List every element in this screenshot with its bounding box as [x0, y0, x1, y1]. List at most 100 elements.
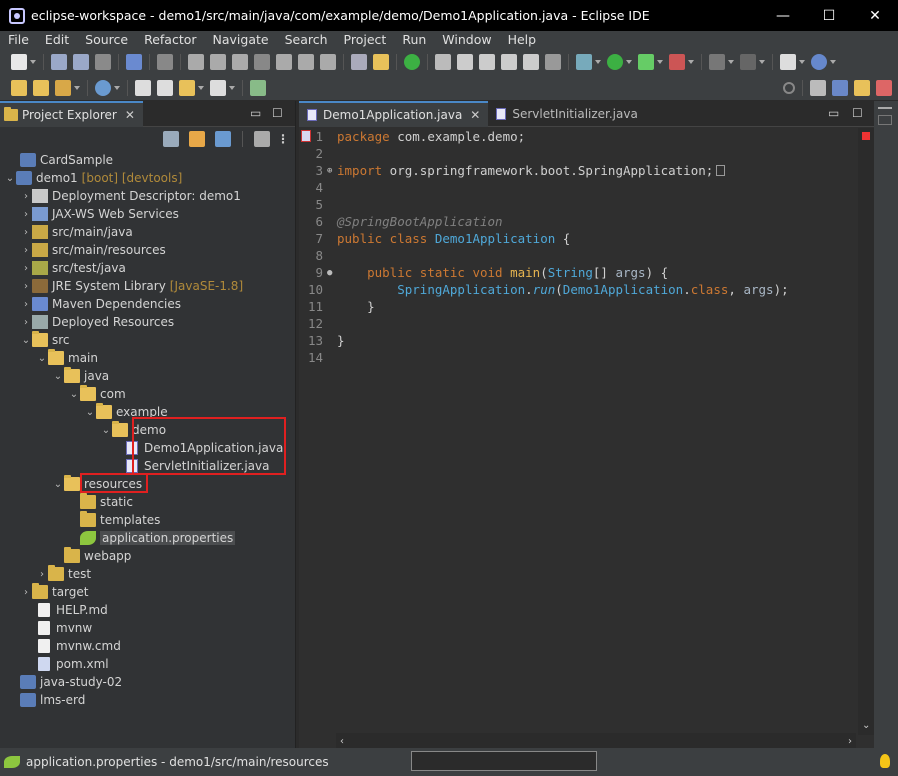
java-perspective-icon[interactable] [854, 79, 870, 96]
step-over-icon[interactable] [298, 54, 314, 70]
forward-dropdown-icon[interactable] [229, 85, 235, 90]
chevron-right-icon[interactable]: › [20, 317, 32, 328]
tree-item-cardsample[interactable]: CardSample [8, 151, 113, 169]
run-icon[interactable] [607, 54, 623, 70]
tree-item-src[interactable]: ⌄ src [20, 331, 70, 349]
tree-item-mvnw[interactable]: mvnw [36, 619, 92, 637]
forward-history-icon[interactable] [157, 79, 173, 96]
disconnect-icon[interactable] [254, 54, 270, 70]
tree-item-demo1[interactable]: ⌄ demo1 [boot] [devtools] [4, 169, 182, 187]
tree-item-lms-erd[interactable]: lms-erd [8, 691, 85, 709]
tree-item-example[interactable]: ⌄ example [84, 403, 168, 421]
debug-icon[interactable] [576, 54, 592, 70]
tree-item-static[interactable]: static [80, 493, 133, 511]
link-with-editor-icon[interactable] [189, 131, 205, 147]
tree-item-application-properties[interactable]: application.properties [80, 529, 236, 547]
tree-item-help-md[interactable]: HELP.md [36, 601, 108, 619]
open-perspective-icon[interactable] [810, 79, 826, 96]
collapse-all-icon[interactable] [163, 131, 179, 147]
debug-perspective-icon[interactable] [876, 79, 892, 96]
outline-view-icon[interactable] [878, 115, 892, 125]
scroll-down-icon[interactable]: ⌄ [862, 720, 870, 731]
back-arrow-icon[interactable] [179, 79, 195, 96]
forward-arrow-icon[interactable] [210, 79, 226, 96]
tree-item-demo1application[interactable]: Demo1Application.java [124, 439, 283, 457]
coverage-dropdown-icon[interactable] [688, 60, 694, 64]
maximize-icon[interactable]: ☐ [852, 106, 863, 120]
step-into-icon[interactable] [276, 54, 292, 70]
focus-icon[interactable] [254, 131, 270, 147]
chevron-right-icon[interactable]: › [20, 209, 32, 220]
chevron-right-icon[interactable]: › [20, 263, 32, 274]
back-dropdown-icon[interactable] [198, 85, 204, 90]
debug-dropdown-icon[interactable] [595, 60, 601, 64]
chevron-right-icon[interactable]: › [20, 281, 32, 292]
search-icon[interactable] [783, 81, 795, 94]
minimize-icon[interactable]: ▭ [828, 106, 839, 120]
step-return-icon[interactable] [320, 54, 336, 70]
new-dropdown-icon[interactable] [30, 60, 36, 64]
run-last-tool-icon[interactable] [638, 54, 654, 70]
tree-item-deployed-resources[interactable]: › Deployed Resources [20, 313, 174, 331]
web-browser-dropdown-icon[interactable] [114, 85, 120, 90]
chevron-down-icon[interactable]: ⌄ [4, 173, 16, 184]
chevron-down-icon[interactable]: ⌄ [100, 425, 112, 436]
pilcrow-icon[interactable] [545, 54, 561, 70]
chevron-down-icon[interactable]: ⌄ [68, 389, 80, 400]
chevron-right-icon[interactable]: › [20, 191, 32, 202]
minimize-icon[interactable]: ▭ [250, 106, 261, 120]
scroll-left-icon[interactable]: ‹ [340, 736, 344, 747]
chevron-right-icon[interactable]: › [20, 245, 32, 256]
maximize-icon[interactable]: ☐ [272, 106, 283, 120]
maximize-button[interactable]: ☐ [806, 0, 852, 31]
tree-item-deployment-descriptor[interactable]: › Deployment Descriptor: demo1 [20, 187, 241, 205]
chevron-right-icon[interactable]: › [20, 299, 32, 310]
stop-dropdown-icon[interactable] [728, 60, 734, 64]
horizontal-scrollbar[interactable]: ‹ › [336, 733, 856, 749]
chevron-right-icon[interactable]: › [20, 587, 32, 598]
minimize-button[interactable]: — [760, 0, 806, 31]
filter-icon[interactable] [215, 131, 231, 147]
code-editor[interactable]: 1 package com.example.demo; 2 3 ⊕ import … [299, 128, 874, 738]
folded-code-icon[interactable] [716, 165, 726, 176]
terminate-icon[interactable] [232, 54, 248, 70]
tab-demo1application[interactable]: Demo1Application.java ✕ [299, 100, 489, 127]
view-menu-icon[interactable]: ⋮ [277, 132, 289, 146]
chevron-right-icon[interactable]: › [20, 227, 32, 238]
spring-icon[interactable] [811, 54, 827, 70]
tree-item-maven-deps[interactable]: › Maven Dependencies [20, 295, 181, 313]
coverage-icon[interactable] [669, 54, 685, 70]
tree-item-mvnw-cmd[interactable]: mvnw.cmd [36, 637, 121, 655]
tree-item-src-main-java[interactable]: › src/main/java [20, 223, 133, 241]
external-tools-icon[interactable] [740, 54, 756, 70]
menu-search[interactable]: Search [277, 31, 336, 49]
menu-file[interactable]: File [0, 31, 37, 49]
tip-bulb-icon[interactable] [880, 754, 890, 768]
close-button[interactable]: ✕ [852, 0, 898, 31]
restore-icon[interactable] [878, 107, 892, 109]
save-icon[interactable] [51, 54, 67, 70]
scroll-right-icon[interactable]: › [848, 736, 852, 747]
tree-item-src-test-java[interactable]: › src/test/java [20, 259, 126, 277]
menu-window[interactable]: Window [434, 31, 499, 49]
toggle-block-icon[interactable] [479, 54, 495, 70]
print-icon[interactable] [95, 54, 111, 70]
tree-item-templates[interactable]: templates [80, 511, 160, 529]
new-java-dropdown-icon[interactable] [799, 60, 805, 64]
menu-help[interactable]: Help [500, 31, 545, 49]
tab-project-explorer[interactable]: Project Explorer ✕ [0, 100, 143, 127]
tree-item-target[interactable]: › target [20, 583, 89, 601]
open-type-icon[interactable] [33, 79, 49, 96]
tree-item-demo[interactable]: ⌄ demo [100, 421, 166, 439]
new-java-project-icon[interactable] [780, 54, 796, 70]
toggle-mark-icon[interactable] [457, 54, 473, 70]
menu-navigate[interactable]: Navigate [205, 31, 277, 49]
menu-refactor[interactable]: Refactor [136, 31, 204, 49]
show-whitespace-icon[interactable] [523, 54, 539, 70]
chevron-down-icon[interactable]: ⌄ [52, 479, 64, 490]
suspend-icon[interactable] [210, 54, 226, 70]
run-dropdown-icon[interactable] [626, 60, 632, 64]
tree-item-java[interactable]: ⌄ java [52, 367, 109, 385]
tree-item-test[interactable]: › test [36, 565, 91, 583]
chevron-down-icon[interactable]: ⌄ [84, 407, 96, 418]
